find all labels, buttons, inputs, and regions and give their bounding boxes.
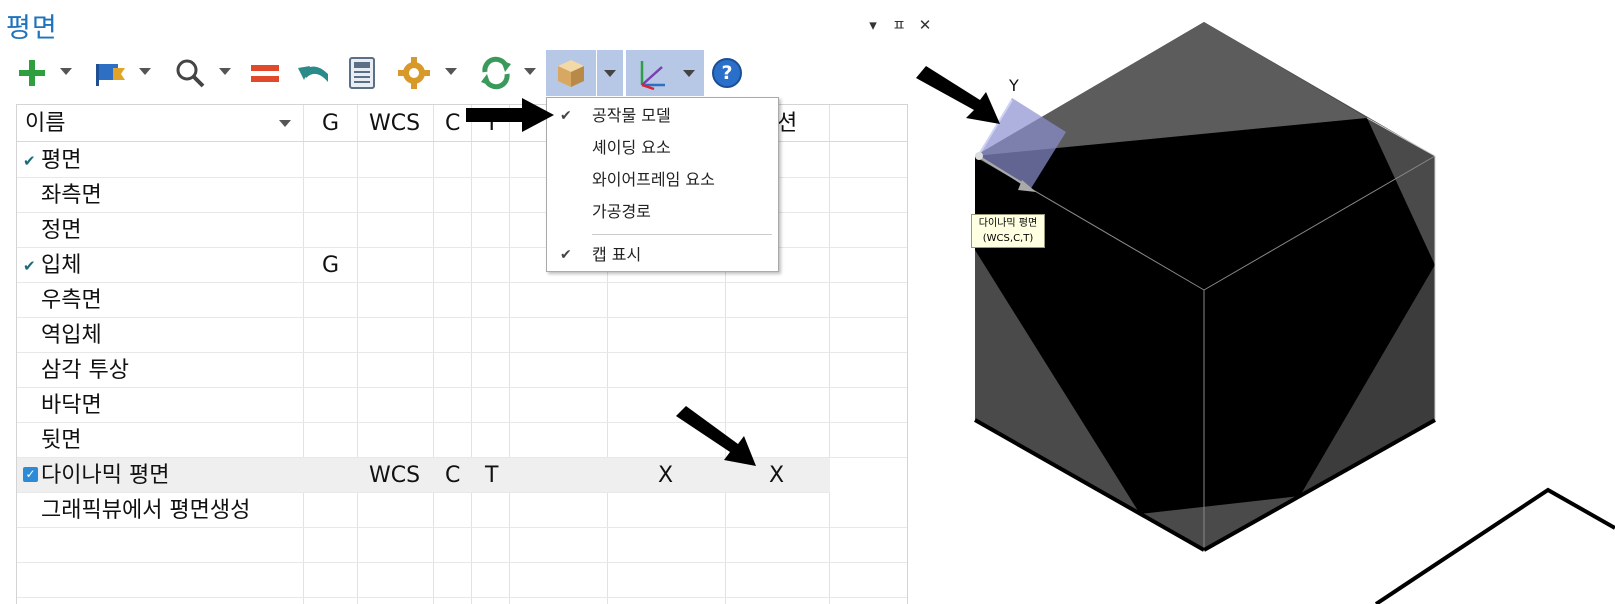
chevron-down-icon (683, 69, 695, 77)
refresh-dropdown-arrow[interactable] (524, 68, 536, 75)
add-icon (19, 60, 45, 86)
menu-item-stock-model[interactable]: ✔ 공작물 모델 (547, 102, 778, 130)
table-row[interactable]: 바닥면 (17, 388, 907, 423)
table-row[interactable] (17, 563, 907, 598)
display-options-menu: ✔ 공작물 모델 셰이딩 요소 와이어프레임 요소 가공경로 ✔ 캡 표시 (546, 97, 779, 272)
cell-name: 바닥면 (41, 393, 102, 418)
undo-button[interactable] (294, 50, 334, 96)
undo-icon (298, 66, 328, 82)
cell-name: 좌측면 (41, 183, 102, 208)
cell-name: 삼각 투상 (41, 358, 129, 383)
pin-icon[interactable]: ㅍ (892, 14, 906, 35)
cell-name: 입체 (41, 253, 82, 278)
chevron-down-icon (604, 69, 616, 77)
cell-x2: X (769, 463, 785, 488)
refresh-button[interactable] (476, 50, 516, 96)
flag-icon (96, 64, 125, 86)
cell-name: 뒷면 (41, 428, 82, 453)
row-checkbox[interactable]: ✓ (23, 467, 38, 482)
tooltip-line: (WCS,C,T) (982, 233, 1034, 244)
cell-wcs: WCS (369, 463, 421, 488)
column-header-name[interactable]: 이름 (25, 105, 65, 142)
stock-display-button[interactable] (546, 50, 596, 96)
add-dropdown-arrow[interactable] (60, 68, 72, 75)
menu-item-label: 셰이딩 요소 (592, 138, 671, 157)
settings-dropdown-arrow[interactable] (445, 68, 457, 75)
tooltip-line: 다이나믹 평면 (978, 218, 1038, 229)
gear-icon (398, 57, 430, 89)
column-header-c[interactable]: C (445, 105, 460, 142)
search-button[interactable] (170, 50, 210, 96)
flag-button[interactable] (90, 50, 130, 96)
cell-name: 역입체 (41, 323, 102, 348)
active-check-icon: ✔ (23, 257, 36, 275)
toolbar: ? (10, 50, 770, 98)
dynamic-plane-tooltip: 다이나믹 평면 (WCS,C,T) (971, 214, 1045, 248)
help-icon: ? (712, 58, 742, 88)
cell-x1: X (658, 463, 674, 488)
table-row[interactable]: 역입체 (17, 318, 907, 353)
menu-item-label: 가공경로 (592, 202, 651, 221)
annotation-arrow (676, 406, 756, 466)
search-dropdown-arrow[interactable] (219, 68, 231, 75)
axes-dropdown[interactable] (674, 50, 704, 96)
check-icon: ✔ (560, 108, 572, 124)
menu-separator (592, 234, 772, 235)
equal-button[interactable] (246, 50, 284, 96)
column-header-section[interactable]: 션 (777, 105, 797, 142)
cell-name: 우측면 (41, 288, 102, 313)
table-row[interactable]: 삼각 투상 (17, 353, 907, 388)
cell-name: 평면 (41, 148, 82, 173)
menu-item-label: 캡 표시 (592, 245, 642, 264)
panel-title: 평면 (6, 13, 58, 44)
column-header-g[interactable]: G (322, 105, 339, 142)
chevron-down-icon[interactable] (279, 120, 291, 127)
check-icon: ✔ (560, 247, 572, 263)
menu-item-wireframe-entities[interactable]: 와이어프레임 요소 (547, 166, 778, 194)
table-row[interactable] (17, 528, 907, 563)
menu-item-shading-entities[interactable]: 셰이딩 요소 (547, 134, 778, 162)
refresh-icon (481, 56, 511, 90)
cell-name: 그래픽뷰에서 평면생성 (41, 498, 251, 523)
menu-item-label: 와이어프레임 요소 (592, 170, 715, 189)
cube-icon (558, 60, 584, 87)
menu-item-show-cap[interactable]: ✔ 캡 표시 (547, 241, 778, 269)
cell-g: G (322, 253, 340, 278)
cell-c: C (445, 463, 461, 488)
annotation-arrow (466, 98, 554, 132)
table-row[interactable]: 그래픽뷰에서 평면생성 (17, 493, 907, 528)
stock-display-dropdown[interactable] (597, 50, 623, 96)
active-check-icon: ✔ (23, 152, 36, 170)
settings-button[interactable] (394, 50, 434, 96)
help-button[interactable]: ? (708, 50, 746, 96)
table-row[interactable]: 우측면 (17, 283, 907, 318)
menu-item-label: 공작물 모델 (592, 106, 671, 125)
cell-name: 다이나믹 평면 (41, 463, 170, 488)
equal-icon (251, 65, 279, 82)
cell-t: T (485, 463, 499, 488)
search-icon (176, 59, 205, 88)
menu-item-toolpaths[interactable]: 가공경로 (547, 198, 778, 226)
axes-button[interactable] (626, 50, 674, 96)
calculator-button[interactable] (344, 50, 380, 96)
cell-name: 정면 (41, 218, 82, 243)
flag-dropdown-arrow[interactable] (139, 68, 151, 75)
calculator-icon (349, 57, 375, 89)
add-button[interactable] (12, 50, 52, 96)
axis-label-y: Y (1009, 76, 1019, 95)
axes-icon (640, 61, 665, 91)
panel-menu-dropdown-icon[interactable]: ▾ (866, 16, 880, 34)
table-row[interactable]: 뒷면 (17, 423, 907, 458)
column-header-wcs[interactable]: WCS (369, 105, 420, 142)
